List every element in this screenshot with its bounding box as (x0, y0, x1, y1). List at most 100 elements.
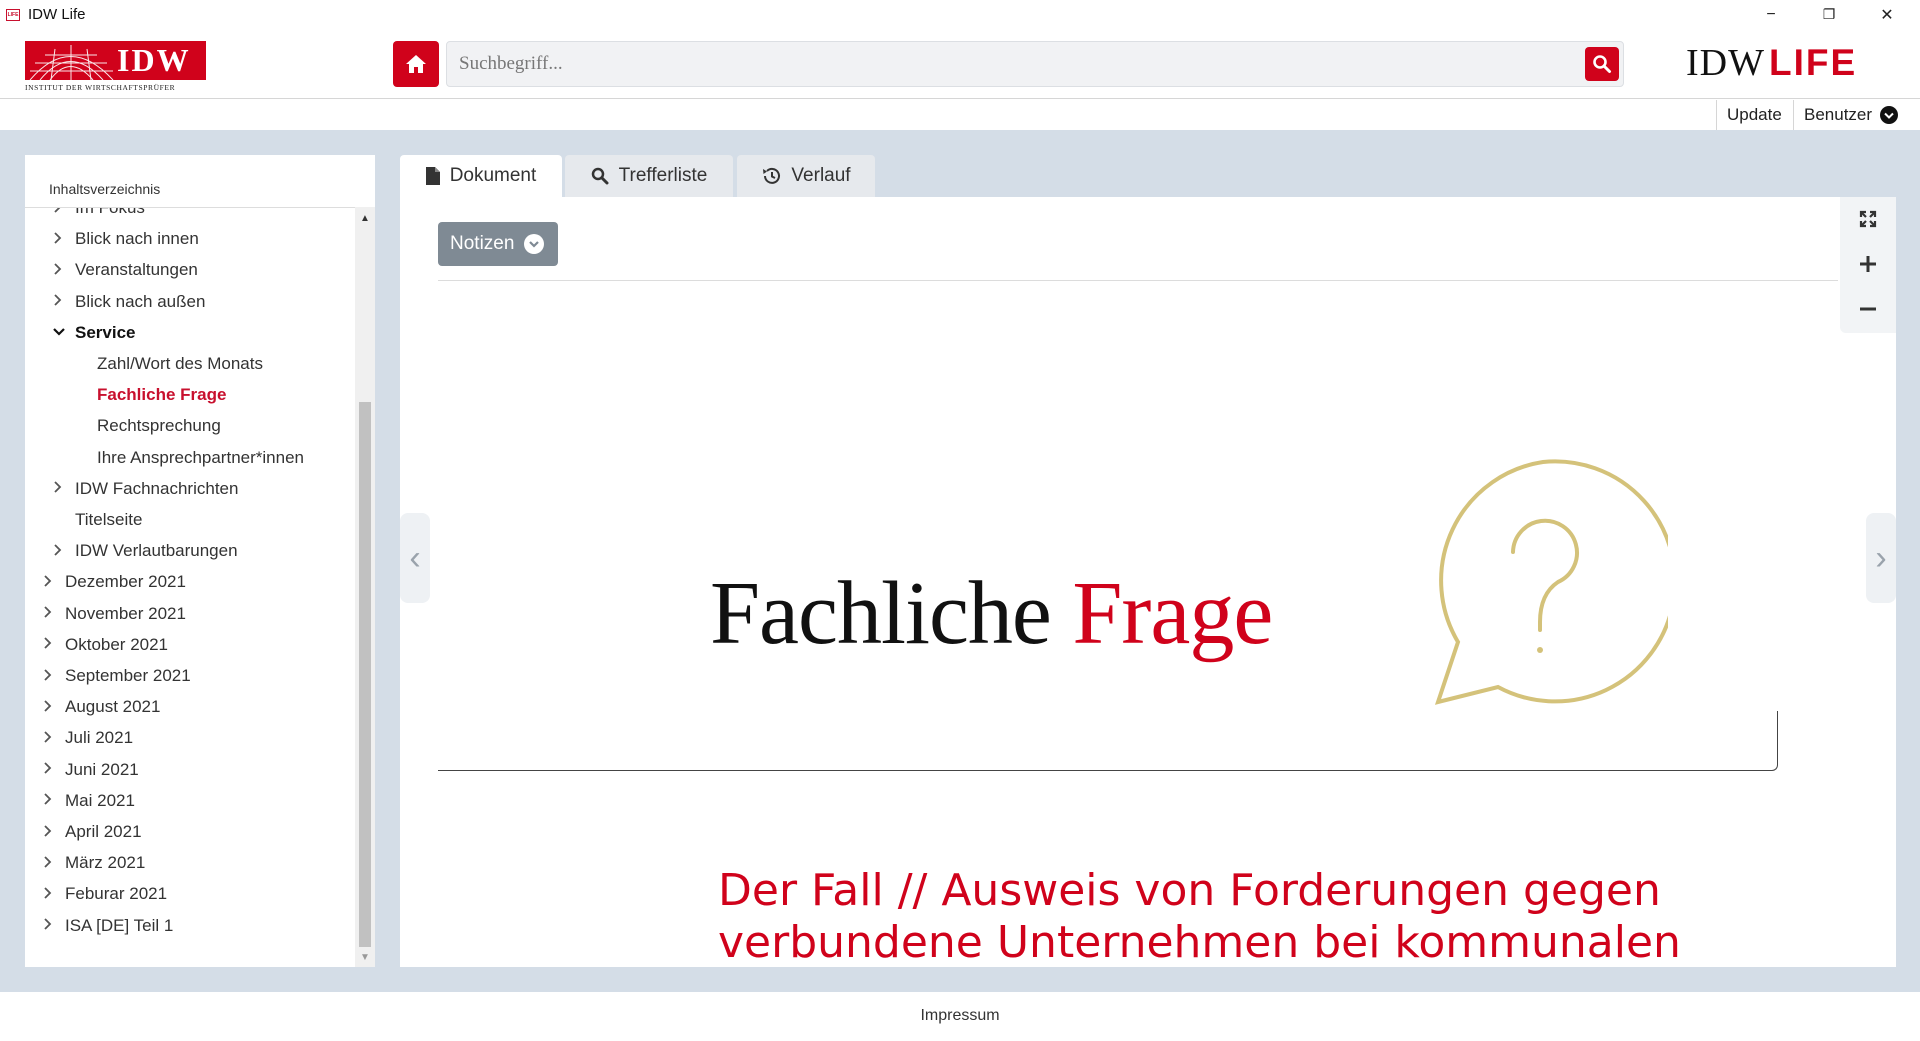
tab-verlauf[interactable]: Verlauf (737, 155, 875, 197)
globe-icon (25, 41, 115, 80)
scroll-thumb[interactable] (359, 402, 371, 947)
search-input[interactable] (459, 50, 1569, 78)
toc-item[interactable]: IDW Fachnachrichten (53, 475, 238, 503)
chevron-right-icon[interactable] (53, 544, 75, 559)
toc-item-label: ISA [DE] Teil 1 (65, 915, 174, 935)
toc-item[interactable]: Ihre Ansprechpartner*innen (97, 444, 304, 472)
decorative-underline (438, 711, 1778, 771)
toc-item[interactable]: Oktober 2021 (43, 631, 168, 659)
user-menu-button[interactable]: Benutzer (1793, 100, 1920, 130)
toc-item[interactable]: September 2021 (43, 662, 191, 690)
fullscreen-button[interactable] (1840, 197, 1896, 241)
close-button[interactable]: ✕ (1858, 0, 1916, 29)
chevron-right-icon[interactable] (43, 918, 65, 933)
home-icon (406, 55, 426, 73)
chevron-right-icon[interactable] (43, 575, 65, 590)
chevron-right-icon[interactable] (43, 824, 65, 840)
toc-item[interactable]: Juli 2021 (43, 724, 133, 752)
chevron-left-icon: ‹ (409, 538, 421, 577)
scroll-down-arrow-icon[interactable]: ▼ (360, 952, 370, 963)
toc-item[interactable]: August 2021 (43, 693, 160, 721)
next-page-button[interactable]: › (1866, 513, 1896, 603)
chevron-right-icon[interactable] (43, 887, 65, 902)
toc-item[interactable]: Blick nach außen (53, 288, 205, 316)
toc-item-label: November 2021 (65, 603, 186, 623)
toc-tree: Im Fokus Blick nach innen Veranstaltungen B… (25, 208, 355, 967)
toc-item[interactable]: Service (53, 319, 136, 347)
chevron-right-icon[interactable] (43, 668, 65, 684)
toc-item-label: Service (75, 322, 136, 342)
chevron-right-icon[interactable] (53, 263, 75, 278)
toc-item[interactable]: April 2021 (43, 818, 142, 846)
toc-item[interactable]: IDW Verlautbarungen (53, 537, 238, 565)
idw-logo-subtitle: INSTITUT DER WIRTSCHAFTSPRÜFER (25, 83, 176, 92)
minimize-button[interactable]: − (1742, 0, 1800, 29)
toc-item-label: Veranstaltungen (75, 260, 198, 280)
toc-item[interactable]: Im Fokus (53, 208, 145, 222)
search-icon (591, 167, 609, 185)
tab-label: Trefferliste (618, 165, 708, 186)
toc-item-label: Mai 2021 (65, 790, 135, 810)
minus-icon (1860, 307, 1876, 311)
scroll-up-arrow-icon[interactable]: ▲ (360, 213, 370, 224)
chevron-right-icon[interactable] (43, 731, 65, 746)
chevron-right-icon[interactable] (43, 793, 65, 808)
chevron-right-icon[interactable] (53, 481, 75, 496)
toc-item-label: Ihre Ansprechpartner*innen (97, 447, 304, 467)
toc-item[interactable]: Juni 2021 (43, 756, 139, 784)
toc-item[interactable]: Feburar 2021 (43, 880, 167, 908)
impressum-link[interactable]: Impressum (0, 1007, 1920, 1025)
home-button[interactable] (393, 41, 439, 87)
tab-trefferliste[interactable]: Trefferliste (565, 155, 733, 197)
toc-item-label: Oktober 2021 (65, 634, 169, 654)
toc-item[interactable]: Dezember 2021 (43, 568, 186, 596)
footer: Impressum (0, 992, 1920, 1041)
chevron-right-icon[interactable] (43, 762, 65, 777)
toc-item[interactable]: Zahl/Wort des Monats (97, 350, 263, 378)
section-title-red: Frage (1072, 564, 1273, 663)
section-title: Fachliche Frage (710, 562, 1273, 665)
toc-item-label: Juli 2021 (65, 728, 134, 748)
toc-item-label: August 2021 (65, 697, 161, 717)
prev-page-button[interactable]: ‹ (400, 513, 430, 603)
user-label: Benutzer (1804, 105, 1873, 124)
toc-title: Inhaltsverzeichnis (49, 181, 161, 197)
chevron-right-icon[interactable] (43, 637, 65, 652)
zoom-in-button[interactable] (1840, 242, 1896, 286)
toc-item[interactable]: Titelseite (53, 506, 142, 534)
toc-item-label: März 2021 (65, 853, 146, 873)
chevron-right-icon[interactable] (43, 700, 65, 715)
toc-item-label: Titelseite (75, 510, 143, 529)
toc-item[interactable]: Mai 2021 (43, 787, 135, 815)
divider (438, 280, 1838, 281)
restore-button[interactable]: ❐ (1800, 0, 1858, 29)
toc-scrollbar[interactable]: ▲ ▼ (355, 207, 375, 967)
notes-button[interactable]: Notizen (438, 222, 558, 266)
search-button[interactable] (1585, 47, 1619, 81)
tab-dokument[interactable]: Dokument (400, 155, 562, 197)
zoom-out-button[interactable] (1840, 287, 1896, 331)
chevron-right-icon[interactable] (43, 606, 65, 621)
toc-item-label: Juni 2021 (65, 759, 139, 779)
toc-item-label: Feburar 2021 (65, 884, 168, 904)
chevron-right-icon[interactable] (53, 232, 75, 247)
chevron-right-icon[interactable] (53, 208, 75, 216)
update-button[interactable]: Update (1716, 100, 1792, 130)
chevron-right-icon[interactable] (53, 294, 75, 309)
idw-logo[interactable]: IDW INSTITUT DER WIRTSCHAFTSPRÜFER (25, 41, 206, 93)
toc-item[interactable]: Rechtsprechung (97, 412, 221, 440)
chevron-right-icon[interactable] (43, 856, 65, 871)
toc-item[interactable]: ISA [DE] Teil 1 (43, 912, 173, 940)
toc-item-label: Fachliche Frage (97, 385, 227, 405)
tab-label: Dokument (449, 165, 537, 186)
toc-item[interactable]: März 2021 (43, 849, 145, 877)
toc-item[interactable]: Blick nach innen (53, 225, 199, 253)
idw-life-logo: IDW LIFE (1686, 41, 1857, 85)
chevron-down-icon[interactable] (53, 325, 75, 340)
toc-item[interactable]: November 2021 (43, 600, 186, 628)
toc-item[interactable]: Fachliche Frage (97, 381, 226, 409)
history-icon (761, 167, 781, 185)
toc-item[interactable]: Veranstaltungen (53, 256, 198, 284)
toc-sidebar: Inhaltsverzeichnis Im Fokus Blick nach in… (25, 155, 375, 967)
update-label: Update (1727, 105, 1782, 124)
